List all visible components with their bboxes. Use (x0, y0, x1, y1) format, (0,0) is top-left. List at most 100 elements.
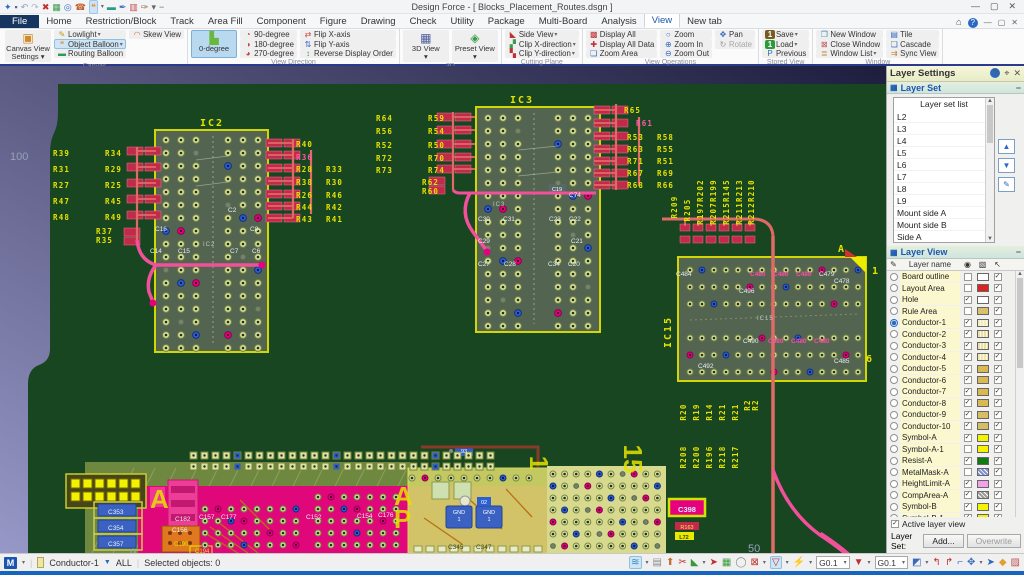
layer-set-item-side-a[interactable]: Side A (894, 231, 994, 242)
tab-view[interactable]: View (643, 13, 681, 28)
layer-radio-conductor-6[interactable] (890, 376, 898, 385)
layer-radio-conductor-9[interactable] (890, 410, 898, 419)
balloon-mode-icon-dropdown[interactable]: ▾ (646, 559, 649, 566)
tab-area-fill[interactable]: Area Fill (201, 15, 250, 28)
layer-view-scrollbar[interactable]: ▲ (1015, 270, 1024, 517)
layer-radio-conductor-3[interactable] (890, 341, 898, 350)
sync-view-button[interactable]: ⇉ Sync View (886, 48, 940, 59)
tab-track[interactable]: Track (163, 15, 200, 28)
layer-color-swatch[interactable] (976, 399, 989, 408)
layer-color-swatch[interactable] (976, 364, 989, 373)
layer-radio-rule-area[interactable] (890, 307, 898, 316)
layer-row-resist-a[interactable]: Resist-A (887, 455, 1024, 467)
visibility-checkbox[interactable] (963, 445, 972, 454)
select-checkbox[interactable] (993, 502, 1002, 511)
flip-y-axis-button[interactable]: ⇅ Flip Y-axis (299, 39, 396, 49)
balloon-icon-dropdown[interactable]: ▾ (101, 3, 104, 10)
select-checkbox[interactable] (993, 410, 1002, 419)
layer-set-collapse-icon[interactable]: − (1016, 83, 1021, 93)
layer-radio-conductor-4[interactable] (890, 353, 898, 362)
reverse-display-order-button[interactable]: ↕ Reverse Display Order (299, 48, 396, 59)
layer-row-symbol-b[interactable]: Symbol-B (887, 501, 1024, 513)
routing-balloon-button[interactable]: ▬ Routing Balloon (54, 48, 127, 59)
visibility-checkbox[interactable] (963, 514, 972, 517)
180-degree-button[interactable]: ◑ 180-degree (240, 39, 297, 49)
layer-color-swatch[interactable] (976, 284, 989, 293)
mode-chip[interactable]: M (4, 556, 17, 569)
visibility-checkbox[interactable] (963, 295, 972, 304)
layer-row-heightlimit-a[interactable]: HeightLimit-A (887, 478, 1024, 490)
layer-set-item-l3[interactable]: L3 (894, 123, 994, 136)
layer-color-swatch[interactable] (976, 410, 989, 419)
tab-drawing[interactable]: Drawing (354, 15, 403, 28)
layer-set-item-l7[interactable]: L7 (894, 171, 994, 184)
layer-row-board-outline[interactable]: Board outline (887, 271, 1024, 283)
canvas-view-settings-button[interactable]: ▣ Canvas View Settings ▾ (5, 30, 51, 62)
last-icon[interactable]: ▨ (1011, 557, 1020, 568)
tab-file[interactable]: File (0, 15, 40, 28)
select-checkbox[interactable] (993, 272, 1002, 281)
visibility-checkbox[interactable] (963, 433, 972, 442)
layer-row-conductor-8[interactable]: Conductor-8 (887, 397, 1024, 409)
filter-label[interactable]: ALL (116, 558, 132, 568)
layer-color-swatch[interactable] (976, 272, 989, 281)
layer-color-swatch[interactable] (976, 433, 989, 442)
clip-x-direction-button[interactable]: ▞ Clip X-direction ▾ (504, 39, 579, 49)
pan2-icon[interactable]: ✥ (967, 557, 975, 568)
save-icon[interactable]: ▪ (15, 1, 18, 13)
new-window-button[interactable]: ❐ New Window (816, 30, 884, 40)
layer-color-swatch[interactable] (976, 341, 989, 350)
select-checkbox[interactable] (993, 399, 1002, 408)
layer-color-swatch[interactable] (976, 468, 989, 477)
clip-y-direction-button[interactable]: ▚ Clip Y-direction ▾ (504, 48, 579, 59)
layer-radio-conductor-7[interactable] (890, 387, 898, 396)
layer-set-item-l2[interactable]: L2 (894, 111, 994, 124)
90-degree-button[interactable]: ◔ 90-degree (240, 30, 297, 40)
shape-icon[interactable]: ◯ (735, 557, 746, 568)
visibility-checkbox[interactable] (963, 422, 972, 431)
tab-home[interactable]: Home (39, 15, 78, 28)
3d-view-button[interactable]: ▦ 3D View ▾ (402, 30, 449, 62)
select-checkbox[interactable] (993, 387, 1002, 396)
tab-analysis[interactable]: Analysis (594, 15, 643, 28)
layer-row-hole[interactable]: Hole (887, 294, 1024, 306)
spark-icon-dropdown[interactable]: ▾ (809, 559, 812, 566)
edit-layer-set-button[interactable]: ✎ (998, 177, 1015, 193)
layer-view-collapse-icon[interactable]: − (1016, 247, 1021, 257)
measure-icon[interactable]: ▬ (107, 1, 116, 13)
layer-row-conductor-5[interactable]: Conductor-5 (887, 363, 1024, 375)
visibility-checkbox[interactable] (963, 353, 972, 362)
side-view-button[interactable]: ◣ Side View ▾ (504, 30, 579, 40)
n-mode-icon-dropdown[interactable]: ▾ (925, 559, 928, 566)
mode-dropdown-icon[interactable]: ▾ (22, 559, 25, 566)
lowlight-button[interactable]: ✎ Lowlight ▾ (54, 30, 127, 40)
filter2-icon[interactable]: ▼ (854, 557, 864, 568)
layer-color-swatch[interactable] (976, 502, 989, 511)
visibility-checkbox[interactable] (963, 468, 972, 477)
delete-icon[interactable]: ✖ (42, 1, 50, 13)
layer-radio-conductor-1[interactable] (890, 318, 898, 327)
display-all-button[interactable]: ▩ Display All (585, 30, 658, 40)
tile-button[interactable]: ▤ Tile (886, 30, 940, 40)
visibility-checkbox[interactable] (963, 376, 972, 385)
app-icon[interactable]: ✦ (4, 1, 12, 13)
check-mode-icon[interactable]: ▽ (769, 556, 782, 569)
layer-set-item-mount-side-b[interactable]: Mount side B (894, 219, 994, 232)
layer-radio-conductor-2[interactable] (890, 330, 898, 339)
visibility-checkbox[interactable] (963, 284, 972, 293)
save-button[interactable]: 1 Save ▾ (761, 30, 810, 40)
layer-row-metalmask-a[interactable]: MetalMask-A (887, 466, 1024, 478)
layer-set-scrollbar[interactable]: ▲ ▼ (985, 98, 994, 243)
layer-radio-conductor-8[interactable] (890, 399, 898, 408)
grid-select-b[interactable]: G0.1 ▾ (874, 556, 908, 569)
list-view-icon[interactable]: ▤ (653, 557, 662, 568)
doc-restore-button[interactable]: ▢ (998, 18, 1006, 27)
visibility-checkbox[interactable] (963, 491, 972, 500)
layer-row-conductor-2[interactable]: Conductor-2 (887, 328, 1024, 340)
zoom-doc-icon[interactable]: ◎ (64, 1, 72, 13)
filter-icon[interactable]: ▼ (104, 559, 111, 566)
layer-radio-conductor-5[interactable] (890, 364, 898, 373)
layer-radio-hole[interactable] (890, 295, 898, 304)
layer-view-section-header[interactable]: ▦ Layer View − (887, 246, 1024, 260)
ic2[interactable] (154, 129, 269, 353)
